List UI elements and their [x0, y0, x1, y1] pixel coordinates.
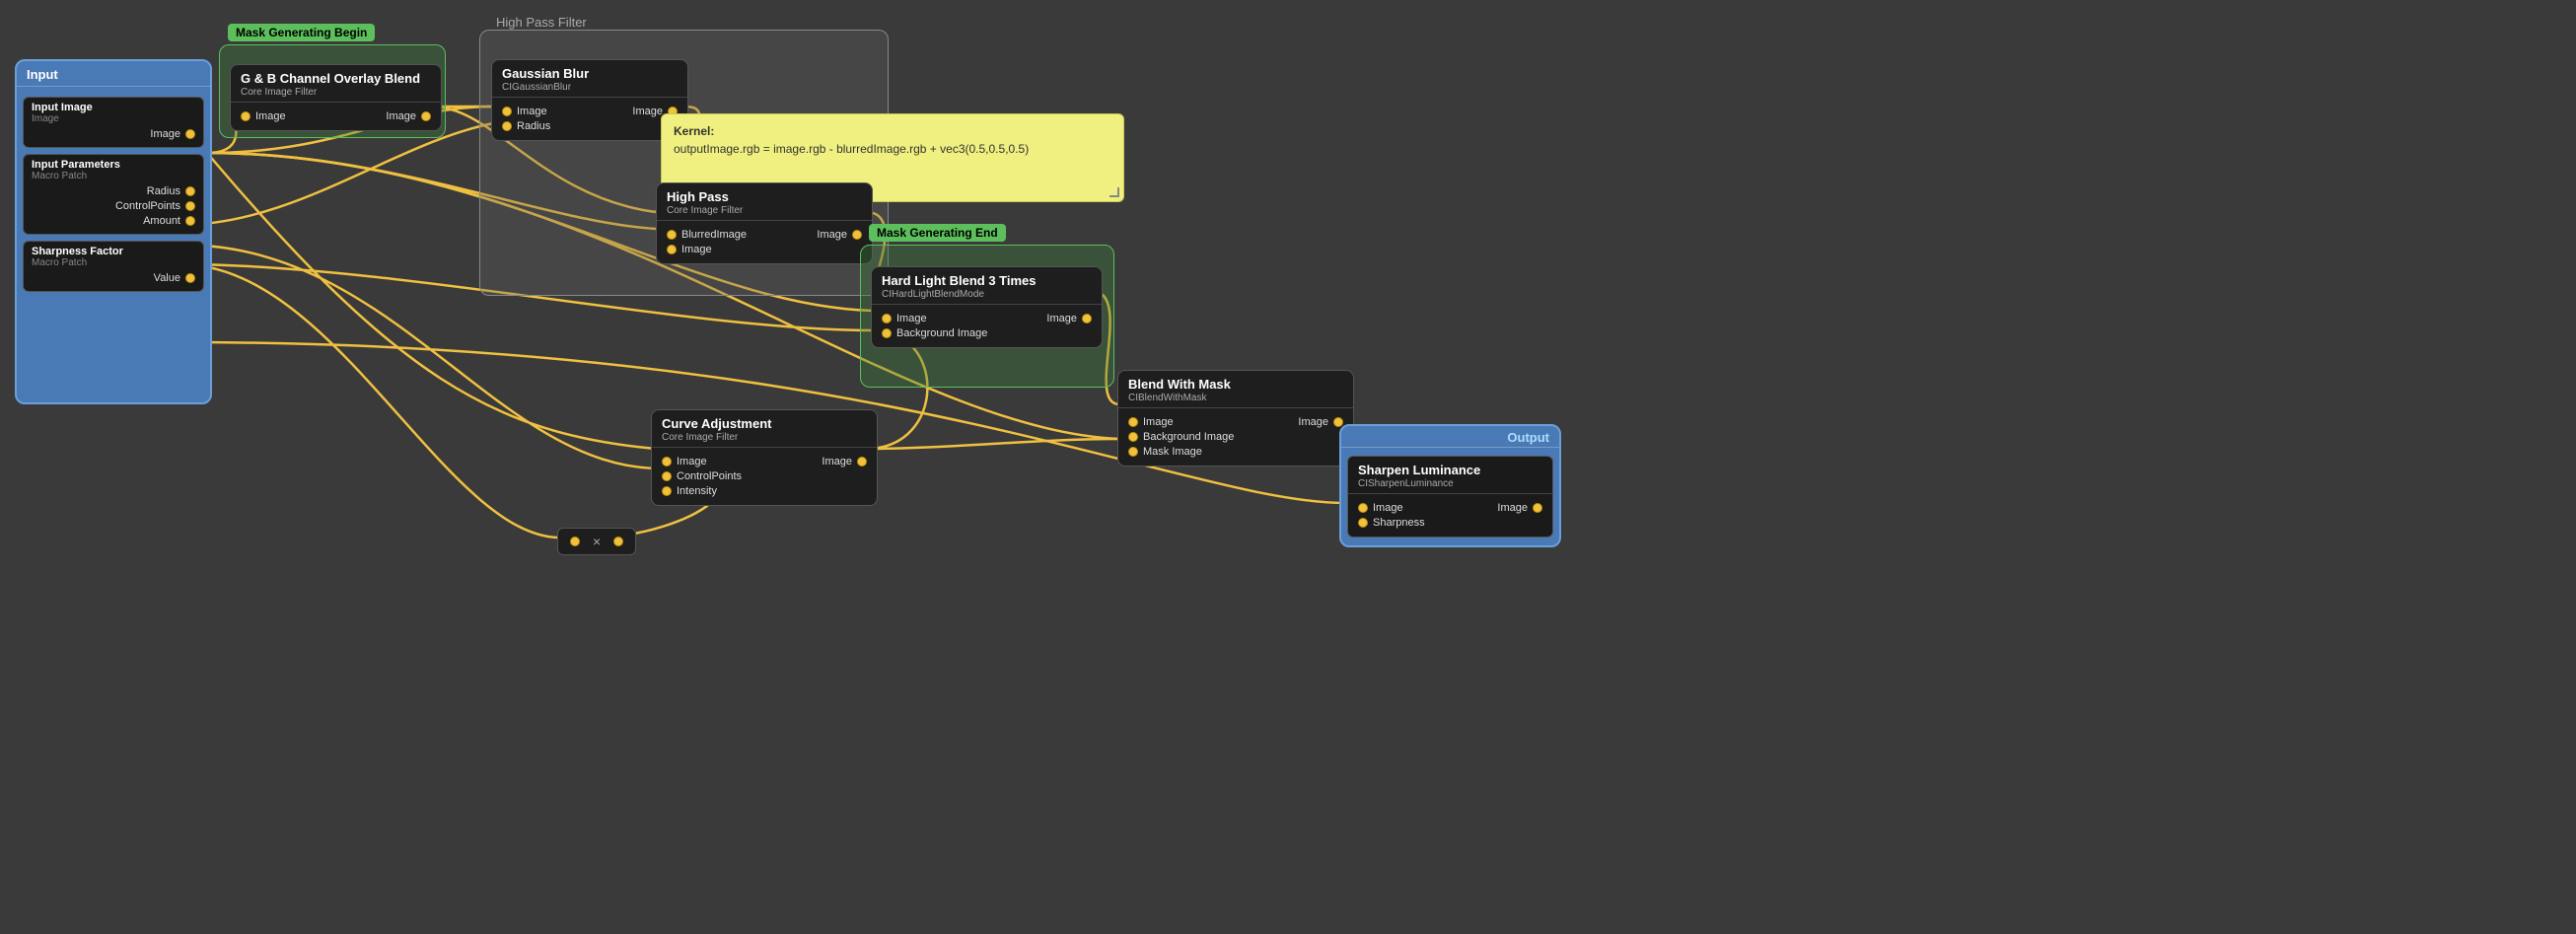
blend-mask-title: Blend With Mask — [1128, 377, 1343, 392]
bwm-bg-port — [1128, 432, 1138, 442]
gb-blend-title: G & B Channel Overlay Blend — [241, 71, 431, 86]
gaussian-image-in-port — [502, 107, 512, 116]
gaussian-title: Gaussian Blur — [502, 66, 678, 81]
input-parameters-node: Input Parameters Macro Patch Radius Cont… — [23, 154, 204, 235]
hard-light-subtitle: CIHardLightBlendMode — [882, 289, 1092, 300]
gb-blend-subtitle: Core Image Filter — [241, 87, 431, 98]
sharpen-subtitle: CISharpenLuminance — [1358, 478, 1542, 489]
value-port — [185, 273, 195, 283]
input-image-port — [185, 129, 195, 139]
curve-image-in-label: Image — [677, 456, 707, 467]
kernel-label: Kernel: — [674, 124, 1111, 138]
input-container: Input Input Image Image Image Input Para… — [15, 59, 212, 404]
sl-sharpness-label: Sharpness — [1373, 517, 1425, 529]
multiply-node: × — [557, 528, 636, 555]
kernel-formula: outputImage.rgb = image.rgb - blurredIma… — [674, 142, 1111, 156]
gaussian-image-out-label: Image — [632, 106, 663, 117]
mask-end-label: Mask Generating End — [869, 224, 1006, 242]
input-image-node: Input Image Image Image — [23, 97, 204, 148]
hard-light-node: Hard Light Blend 3 Times CIHardLightBlen… — [871, 266, 1103, 348]
sharpness-factor-subtitle: Macro Patch — [32, 257, 195, 268]
curve-image-in-port — [662, 457, 672, 467]
sl-image-in-label: Image — [1373, 502, 1403, 514]
input-params-subtitle: Macro Patch — [32, 171, 195, 181]
gaussian-blur-node: Gaussian Blur CIGaussianBlur Image Radiu… — [491, 59, 688, 141]
sl-sharpness-port — [1358, 518, 1368, 528]
sl-image-in-port — [1358, 503, 1368, 513]
hp-blurred-label: BlurredImage — [681, 229, 747, 241]
sl-image-out-port — [1533, 503, 1542, 513]
radius-port — [185, 186, 195, 196]
hl-image-out-port — [1082, 314, 1092, 323]
hard-light-title: Hard Light Blend 3 Times — [882, 273, 1092, 288]
hl-bg-port — [882, 328, 892, 338]
bwm-bg-label: Background Image — [1143, 431, 1234, 443]
curve-image-out-port — [857, 457, 867, 467]
curve-adjustment-node: Curve Adjustment Core Image Filter Image… — [651, 409, 878, 506]
high-pass-title: High Pass — [667, 189, 862, 204]
curve-image-out-label: Image — [822, 456, 852, 467]
mask-begin-label: Mask Generating Begin — [228, 24, 375, 41]
blend-with-mask-node: Blend With Mask CIBlendWithMask Image Ba… — [1117, 370, 1354, 467]
controlpoints-port — [185, 201, 195, 211]
curve-cp-port — [662, 471, 672, 481]
value-label: Value — [154, 272, 180, 284]
bwm-image-in-port — [1128, 417, 1138, 427]
gb-blend-image-in-port — [241, 111, 250, 121]
gb-blend-image-out-port — [421, 111, 431, 121]
sharpness-factor-node: Sharpness Factor Macro Patch Value — [23, 241, 204, 292]
high-pass-node: High Pass Core Image Filter BlurredImage… — [656, 182, 873, 264]
gaussian-subtitle: CIGaussianBlur — [502, 82, 678, 93]
blend-mask-subtitle: CIBlendWithMask — [1128, 393, 1343, 403]
input-params-title: Input Parameters — [32, 159, 195, 171]
multiply-in-port — [570, 537, 580, 546]
high-pass-subtitle: Core Image Filter — [667, 205, 862, 216]
amount-port — [185, 216, 195, 226]
gaussian-radius-port — [502, 121, 512, 131]
input-container-title: Input — [27, 67, 58, 82]
sharpen-title: Sharpen Luminance — [1358, 463, 1542, 477]
curve-intensity-label: Intensity — [677, 485, 717, 497]
hp-image-out-label: Image — [817, 229, 847, 241]
sl-image-out-label: Image — [1497, 502, 1528, 514]
hp-image-label: Image — [681, 244, 712, 255]
sharpness-factor-title: Sharpness Factor — [32, 246, 195, 257]
bwm-mask-label: Mask Image — [1143, 446, 1202, 458]
kernel-resize-handle[interactable] — [1109, 187, 1119, 197]
curve-intensity-port — [662, 486, 672, 496]
curve-cp-label: ControlPoints — [677, 470, 742, 482]
curve-title: Curve Adjustment — [662, 416, 867, 431]
gb-blend-image-in-label: Image — [255, 110, 286, 122]
hl-bg-label: Background Image — [896, 327, 987, 339]
bwm-image-out-label: Image — [1298, 416, 1328, 428]
hl-image-in-label: Image — [896, 313, 927, 324]
output-label: Output — [1507, 430, 1549, 445]
hp-image-out-port — [852, 230, 862, 240]
bwm-image-in-label: Image — [1143, 416, 1174, 428]
high-pass-filter-label: High Pass Filter — [488, 13, 595, 32]
radius-label: Radius — [147, 185, 180, 197]
gaussian-image-in-label: Image — [517, 106, 547, 117]
bwm-mask-port — [1128, 447, 1138, 457]
input-image-port-label: Image — [150, 128, 180, 140]
gaussian-radius-label: Radius — [517, 120, 550, 132]
input-image-title: Input Image — [32, 102, 195, 113]
input-image-subtitle: Image — [32, 113, 195, 124]
multiply-symbol: × — [593, 534, 601, 549]
hl-image-in-port — [882, 314, 892, 323]
curve-subtitle: Core Image Filter — [662, 432, 867, 443]
output-container: Output Sharpen Luminance CISharpenLumina… — [1339, 424, 1561, 547]
hp-image-port — [667, 245, 677, 254]
gb-blend-image-out-label: Image — [386, 110, 416, 122]
multiply-out-port — [613, 537, 623, 546]
hl-image-out-label: Image — [1046, 313, 1077, 324]
amount-label: Amount — [143, 215, 180, 227]
gb-blend-node: G & B Channel Overlay Blend Core Image F… — [230, 64, 442, 131]
sharpen-luminance-node: Sharpen Luminance CISharpenLuminance Ima… — [1347, 456, 1553, 538]
hp-blurred-port — [667, 230, 677, 240]
controlpoints-label: ControlPoints — [115, 200, 180, 212]
